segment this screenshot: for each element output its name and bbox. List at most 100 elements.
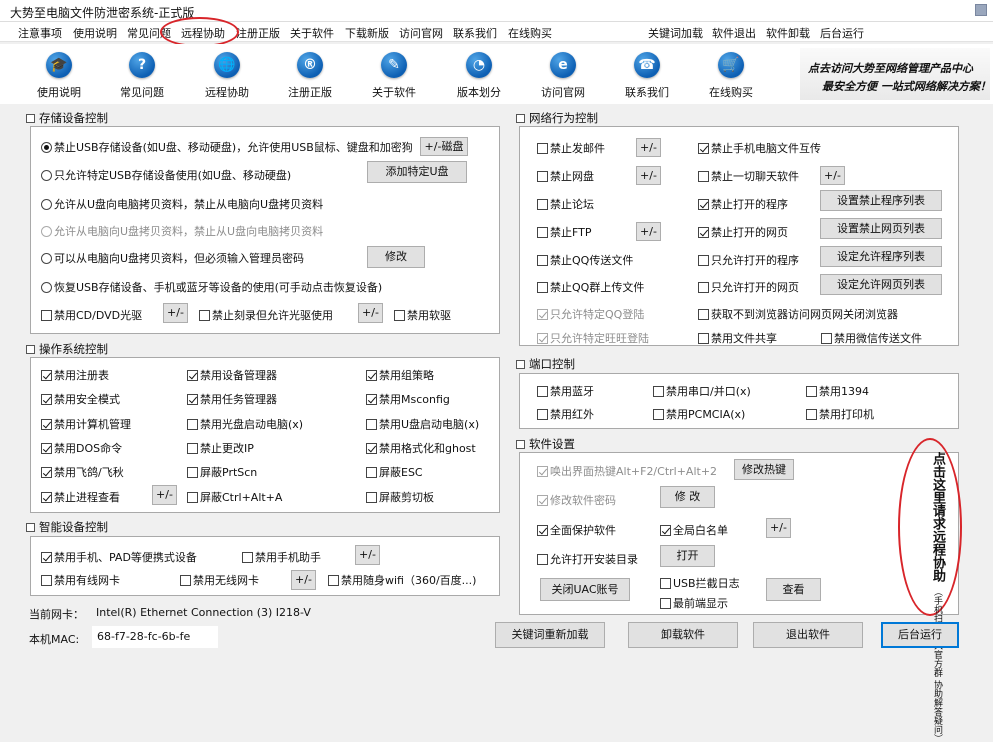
network-left-checkbox-3[interactable]: 禁止论坛	[537, 196, 594, 212]
network-right-checkbox-8[interactable]: 禁用文件共享	[698, 330, 777, 346]
network-left-checkbox-8[interactable]: 只允许特定旺旺登陆	[537, 330, 649, 346]
menu-contact[interactable]: 联系我们	[453, 25, 497, 41]
netdisk-pm-button[interactable]: +/-	[636, 166, 661, 185]
port-checkbox-6[interactable]: 禁用打印机	[806, 406, 874, 422]
reload-keywords-button[interactable]: 关键词重新加载	[495, 622, 605, 648]
disable-wireless-nic-checkbox[interactable]: 禁用无线网卡	[180, 572, 259, 588]
toolbar-about-button[interactable]: ✎ 关于软件	[358, 52, 430, 100]
menu-register[interactable]: 注册正版	[236, 25, 280, 41]
port-checkbox-5[interactable]: 禁用PCMCIA(x)	[653, 406, 745, 422]
disable-portable-wifi-checkbox[interactable]: 禁用随身wifi（360/百度...)	[328, 572, 476, 588]
network-right-checkbox-5[interactable]: 只允许打开的程序	[698, 252, 799, 268]
usb-log-checkbox[interactable]: USB拦截日志	[660, 575, 740, 591]
network-left-checkbox-7[interactable]: 只允许特定QQ登陆	[537, 306, 644, 322]
toolbar-manual-button[interactable]: 🎓 使用说明	[23, 52, 95, 100]
toolbar-faq-button[interactable]: ? 常见问题	[106, 52, 178, 100]
product-banner[interactable]: 点去访问大势至网络管理产品中心 最安全方便 一站式网络解决方案！	[800, 48, 991, 100]
network-right-checkbox-7[interactable]: 获取不到浏览器访问网页网关闭浏览器	[698, 306, 898, 322]
os-checkbox-17[interactable]: 屏蔽Ctrl+Alt+A	[187, 489, 282, 505]
toolbar-contact-button[interactable]: ☎ 联系我们	[611, 52, 683, 100]
menu-download[interactable]: 下载新版	[345, 25, 389, 41]
view-log-button[interactable]: 查看	[766, 578, 821, 601]
system-menu-icon[interactable]	[975, 4, 987, 16]
disable-wired-nic-checkbox[interactable]: 禁用有线网卡	[41, 572, 120, 588]
add-specific-usb-button[interactable]: 添加特定U盘	[367, 161, 467, 183]
change-password-checkbox[interactable]: 修改软件密码	[537, 492, 616, 508]
storage-option-1[interactable]: 禁止USB存储设备(如U盘、移动硬盘)，允许使用USB鼠标、键盘和加密狗	[41, 139, 413, 155]
menu-manual[interactable]: 使用说明	[73, 25, 117, 41]
network-left-checkbox-2[interactable]: 禁止网盘	[537, 168, 594, 184]
network-right-checkbox-6[interactable]: 只允许打开的网页	[698, 279, 799, 295]
os-checkbox-12[interactable]: 禁用格式化和ghost	[366, 440, 476, 456]
port-checkbox-1[interactable]: 禁用蓝牙	[537, 383, 594, 399]
disable-phone-checkbox[interactable]: 禁用手机、PAD等便携式设备	[41, 549, 197, 565]
allow-web-list-button[interactable]: 设定允许网页列表	[820, 274, 942, 295]
toolbar-versions-button[interactable]: ◔ 版本划分	[443, 52, 515, 100]
disable-floppy-checkbox[interactable]: 禁用软驱	[394, 307, 451, 323]
os-checkbox-7[interactable]: 禁用计算机管理	[41, 416, 131, 432]
network-right-checkbox-4[interactable]: 禁止打开的网页	[698, 224, 788, 240]
topmost-checkbox[interactable]: 最前端显示	[660, 595, 728, 611]
os-checkbox-13[interactable]: 禁用飞鸽/飞秋	[41, 464, 124, 480]
close-uac-button[interactable]: 关闭UAC账号	[540, 578, 630, 601]
network-right-checkbox-2[interactable]: 禁止一切聊天软件	[698, 168, 799, 184]
storage-option-3[interactable]: 允许从U盘向电脑拷贝资料，禁止从电脑向U盘拷贝资料	[41, 196, 323, 212]
phone-pm-button[interactable]: +/-	[355, 545, 380, 565]
toolbar-buy-button[interactable]: 🛒 在线购买	[695, 52, 767, 100]
exit-button[interactable]: 退出软件	[753, 622, 863, 648]
os-checkbox-16[interactable]: 禁止进程查看	[41, 489, 120, 505]
storage-option-4[interactable]: 允许从电脑向U盘拷贝资料，禁止从U盘向电脑拷贝资料	[41, 223, 323, 239]
open-dir-button[interactable]: 打开	[660, 545, 715, 567]
chat-pm-button[interactable]: +/-	[820, 166, 845, 185]
toolbar-remote-button[interactable]: 🌐 远程协助	[191, 52, 263, 100]
os-checkbox-10[interactable]: 禁用DOS命令	[41, 440, 122, 456]
allow-program-list-button[interactable]: 设定允许程序列表	[820, 246, 942, 267]
add-disk-button[interactable]: +/-磁盘	[420, 137, 468, 156]
os-checkbox-15[interactable]: 屏蔽ESC	[366, 464, 423, 480]
disable-wechat-file-checkbox[interactable]: 禁用微信传送文件	[821, 330, 922, 346]
hotkey-checkbox[interactable]: 唤出界面热键Alt+F2/Ctrl+Alt+2	[537, 463, 717, 479]
menu-exit[interactable]: 软件退出	[712, 25, 756, 41]
os-checkbox-18[interactable]: 屏蔽剪切板	[366, 489, 434, 505]
port-checkbox-2[interactable]: 禁用串口/并口(x)	[653, 383, 751, 399]
disable-assistant-checkbox[interactable]: 禁用手机助手	[242, 549, 321, 565]
os-checkbox-11[interactable]: 禁止更改IP	[187, 440, 254, 456]
toolbar-register-button[interactable]: ® 注册正版	[274, 52, 346, 100]
os-checkbox-1[interactable]: 禁用注册表	[41, 367, 109, 383]
disable-cd-checkbox[interactable]: 禁用CD/DVD光驱	[41, 307, 142, 323]
os-checkbox-4[interactable]: 禁用安全模式	[41, 391, 120, 407]
storage-option-2[interactable]: 只允许特定USB存储设备使用(如U盘、移动硬盘)	[41, 167, 291, 183]
change-password-button[interactable]: 修 改	[660, 486, 715, 508]
os-checkbox-8[interactable]: 禁用光盘启动电脑(x)	[187, 416, 303, 432]
menu-buy[interactable]: 在线购买	[508, 25, 552, 41]
os-checkbox-6[interactable]: 禁用Msconfig	[366, 391, 450, 407]
modify-hotkey-button[interactable]: 修改热键	[734, 459, 794, 480]
os-checkbox-2[interactable]: 禁用设备管理器	[187, 367, 277, 383]
os-checkbox-5[interactable]: 禁用任务管理器	[187, 391, 277, 407]
port-checkbox-3[interactable]: 禁用1394	[806, 383, 869, 399]
allow-install-dir-checkbox[interactable]: 允许打开安装目录	[537, 551, 638, 567]
run-background-button[interactable]: 后台运行	[881, 622, 959, 648]
network-right-checkbox-1[interactable]: 禁止手机电脑文件互传	[698, 140, 821, 156]
forbid-program-list-button[interactable]: 设置禁止程序列表	[820, 190, 942, 211]
process-pm-button[interactable]: +/-	[152, 485, 177, 505]
menu-website[interactable]: 访问官网	[399, 25, 443, 41]
network-left-checkbox-5[interactable]: 禁止QQ传送文件	[537, 252, 633, 268]
network-left-checkbox-6[interactable]: 禁止QQ群上传文件	[537, 279, 644, 295]
os-checkbox-14[interactable]: 屏蔽PrtScn	[187, 464, 257, 480]
menu-keyword-load[interactable]: 关键词加载	[648, 25, 703, 41]
menu-about[interactable]: 关于软件	[290, 25, 334, 41]
menu-uninstall[interactable]: 软件卸载	[766, 25, 810, 41]
network-left-checkbox-4[interactable]: 禁止FTP	[537, 224, 592, 240]
os-checkbox-9[interactable]: 禁用U盘启动电脑(x)	[366, 416, 479, 432]
menu-background[interactable]: 后台运行	[820, 25, 864, 41]
full-protect-checkbox[interactable]: 全面保护软件	[537, 522, 616, 538]
disable-burn-checkbox[interactable]: 禁止刻录但允许光驱使用	[199, 307, 333, 323]
global-whitelist-checkbox[interactable]: 全局白名单	[660, 522, 728, 538]
storage-option-5[interactable]: 可以从电脑向U盘拷贝资料，但必须输入管理员密码	[41, 250, 304, 266]
port-checkbox-4[interactable]: 禁用红外	[537, 406, 594, 422]
menu-notice[interactable]: 注意事项	[18, 25, 62, 41]
burn-pm-button[interactable]: +/-	[358, 303, 383, 323]
modify-password-button[interactable]: 修改	[367, 246, 425, 268]
toolbar-website-button[interactable]: e 访问官网	[527, 52, 599, 100]
